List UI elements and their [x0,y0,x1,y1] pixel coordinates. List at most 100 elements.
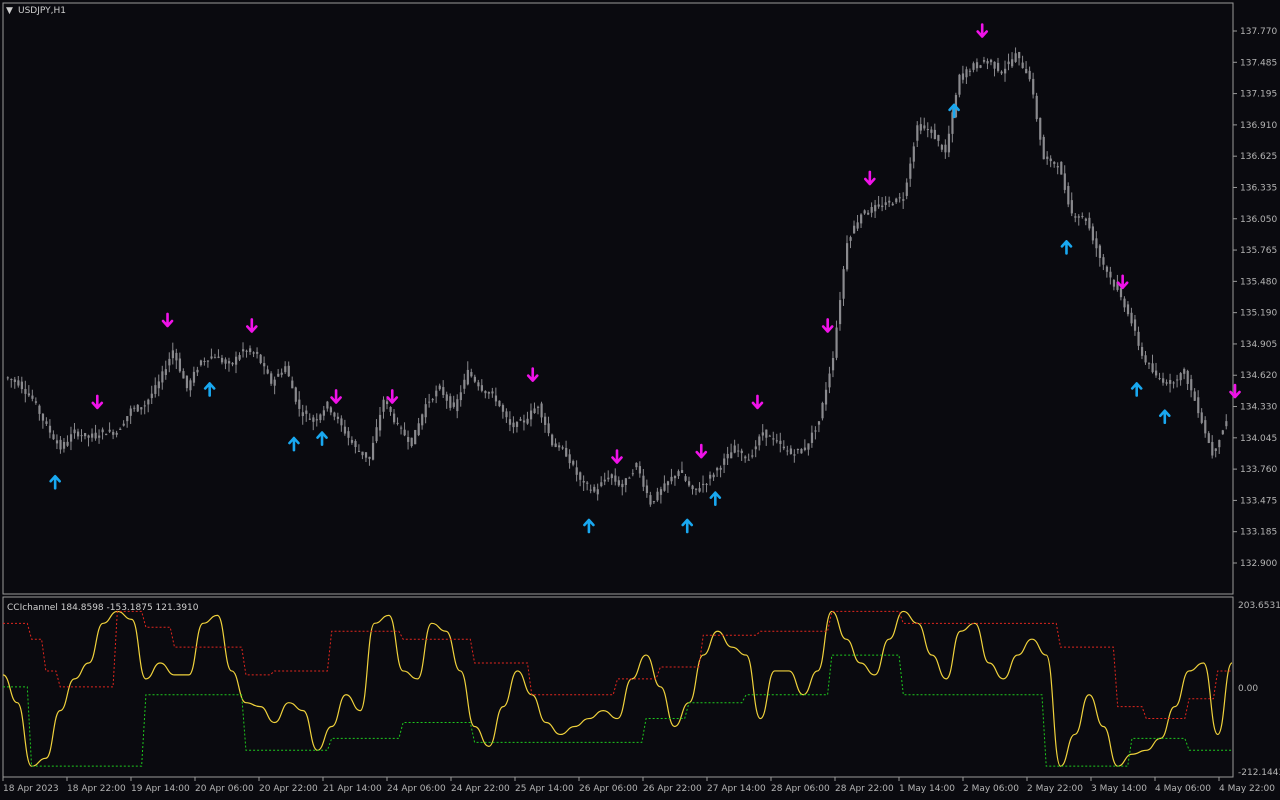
candle-body [442,387,445,396]
candle-body [20,381,24,390]
candle-body [909,163,912,179]
time-axis-label: 3 May 14:00 [1091,784,1147,794]
candle-body [772,438,775,440]
candle-body [203,361,206,363]
candle-body [129,408,132,416]
candle-body [1088,217,1091,229]
candle-body [280,372,283,375]
candle-body [1098,245,1102,259]
candle-body [76,431,80,437]
candle-body [192,371,196,383]
candle-body [1126,304,1130,315]
candle-body [989,59,993,63]
candle-body [242,349,245,352]
candle-body [786,450,789,452]
candle-body [814,430,817,432]
candle-body [10,379,13,381]
candle-body [140,407,143,410]
time-axis-label: 4 May 22:00 [1219,784,1275,794]
candle-body [593,486,596,492]
candle-body [1151,363,1154,373]
candle-body [1011,59,1014,67]
candle-body [891,203,894,206]
candle-body [343,426,347,434]
candle-body [744,456,747,459]
candle-body [333,412,336,417]
mt4-chart-window[interactable]: ▼ USDJPY,H1 CCIchannel 184.8598 -153.187… [0,0,1280,800]
candle-body [768,435,771,437]
price-axis-label: 135.190 [1240,309,1277,319]
candle-body [87,435,90,438]
candle-body [259,354,262,364]
candle-body [175,352,178,361]
candle-body [923,125,926,129]
candle-body [115,432,118,435]
candle-body [628,477,631,479]
price-axis-label: 136.625 [1240,152,1277,162]
candle-body [624,478,627,485]
candle-body [428,401,431,403]
candle-body [758,436,761,446]
candle-body [965,69,968,78]
candle-body [817,421,821,425]
candle-body [582,480,585,483]
candle-body [277,373,280,377]
candle-body [881,205,884,208]
candle-body [912,146,915,162]
candle-body [6,377,9,379]
time-axis-label: 28 Apr 22:00 [835,784,894,794]
candle-body [824,389,828,405]
candle-body [765,429,768,438]
candle-body [561,447,564,449]
candle-body [1200,412,1203,423]
candle-body [940,144,944,150]
candle-body [361,451,364,456]
candle-body [291,380,294,389]
symbol-menu-icon[interactable]: ▼ [6,6,13,16]
candle-body [1056,166,1059,168]
candle-body [716,468,719,471]
candle-body [189,380,192,391]
time-axis-label: 24 Apr 06:00 [387,784,446,794]
candle-body [782,446,785,449]
candle-body [326,401,329,409]
candle-body [631,473,635,475]
candle-body [1197,397,1200,414]
price-axis-label: 133.185 [1240,528,1277,538]
time-axis-label: 26 Apr 22:00 [643,784,702,794]
candle-body [877,204,880,207]
candle-body [112,431,115,435]
candle-body [1035,95,1038,120]
candle-body [284,366,287,373]
candle-body [652,501,656,503]
price-axis-label: 134.330 [1240,403,1277,413]
candle-body [470,372,473,377]
candle-body [610,474,613,479]
candle-body [1042,136,1045,160]
candle-body [136,404,139,412]
candle-body [867,212,870,215]
candle-body [329,407,333,413]
candle-body [1147,363,1151,365]
candle-body [24,388,27,394]
candle-body [182,371,185,379]
candle-body [589,489,592,491]
candle-body [905,182,908,196]
indicator-axis-min: -212.1443 [1238,768,1280,778]
candle-body [958,74,961,95]
candle-body [540,403,543,418]
candle-body [1081,216,1084,218]
candle-body [122,423,125,426]
price-axis-label: 134.620 [1240,371,1277,381]
candle-body [1095,238,1098,249]
candle-body [702,483,705,485]
candle-body [719,467,722,470]
candle-body [371,442,375,460]
candle-body [185,375,189,389]
candle-body [842,269,845,299]
candle-body [789,448,793,454]
candle-body [501,405,505,412]
candle-body [477,382,480,387]
candle-body [80,435,83,437]
candle-body [393,413,396,423]
